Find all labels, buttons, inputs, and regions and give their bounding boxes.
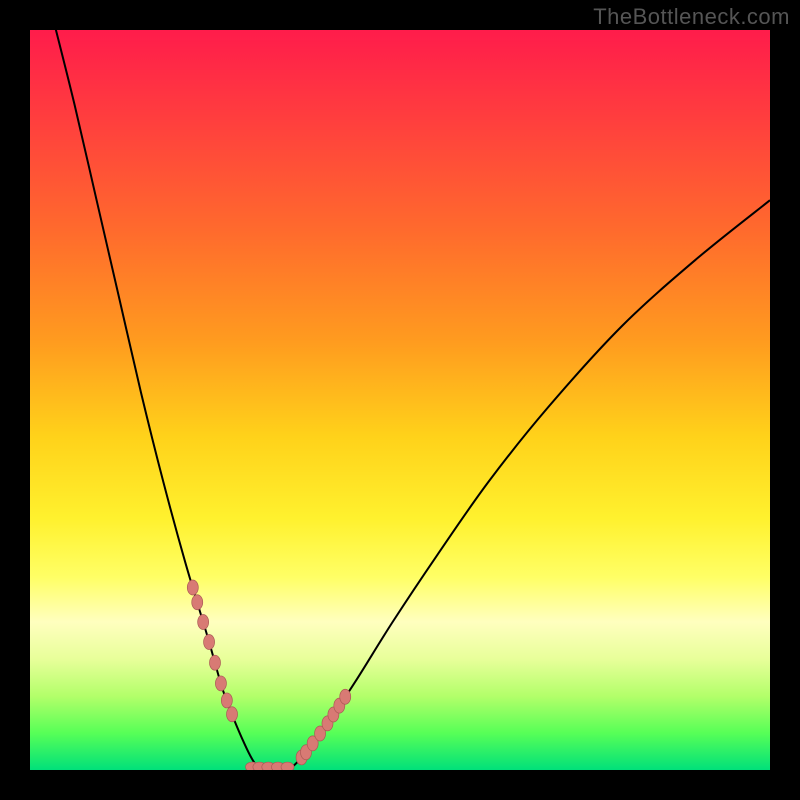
plot-area — [30, 30, 770, 770]
chart-frame: TheBottleneck.com — [0, 0, 800, 800]
data-marker — [340, 689, 351, 704]
data-marker — [227, 707, 238, 722]
watermark-text: TheBottleneck.com — [593, 4, 790, 30]
data-marker — [204, 634, 215, 649]
left-curve — [52, 30, 259, 770]
data-marker — [221, 693, 232, 708]
curve-layer — [30, 30, 770, 770]
data-marker — [210, 655, 221, 670]
marker-layer — [187, 580, 350, 770]
data-marker — [192, 595, 203, 610]
data-marker — [281, 762, 294, 770]
data-marker — [198, 615, 209, 630]
data-marker — [187, 580, 198, 595]
right-curve — [289, 200, 770, 770]
data-marker — [215, 676, 226, 691]
